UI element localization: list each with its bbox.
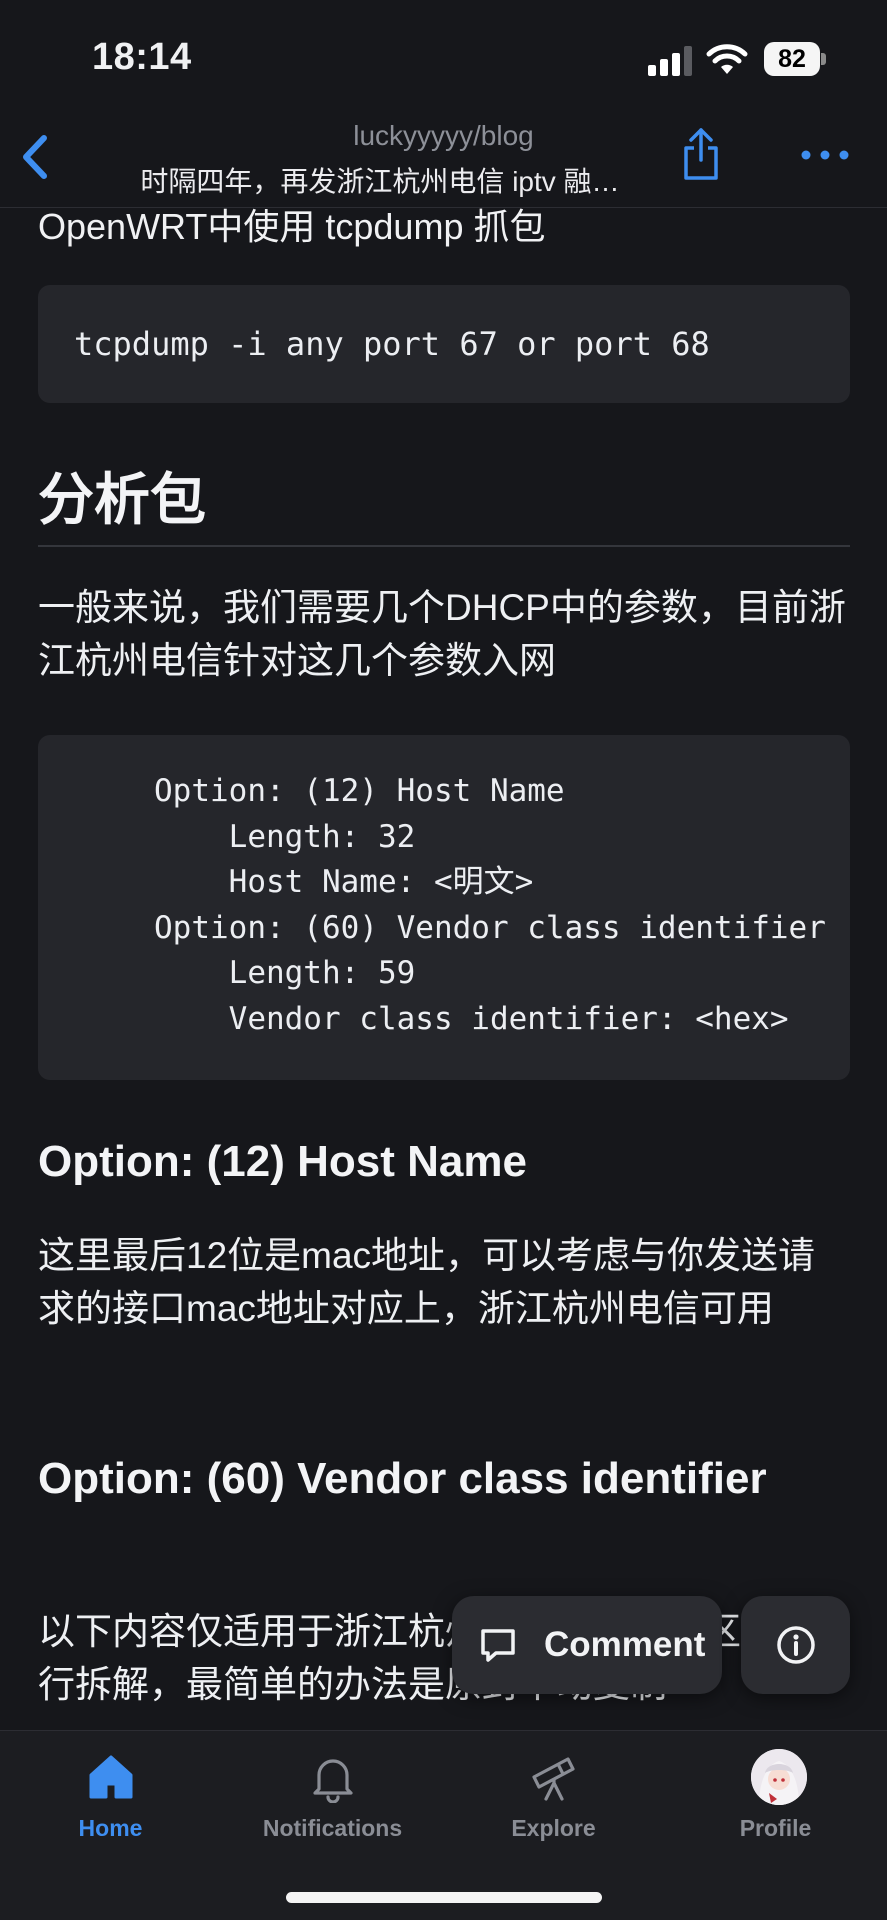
info-icon — [777, 1626, 815, 1664]
heading-option-60: Option: (60) Vendor class identifier — [38, 1454, 767, 1503]
share-icon[interactable] — [680, 126, 722, 182]
paragraph-dhcp-params: 一般来说，我们需要几个DHCP中的参数，目前浙江杭州电信针对这几个参数入网 — [38, 587, 846, 681]
code-block-dhcp-options[interactable]: Option: (12) Host Name Length: 32 Host N… — [38, 735, 850, 1080]
tab-profile[interactable]: Profile — [665, 1731, 886, 1861]
battery-icon: 82 — [764, 42, 826, 76]
bell-icon — [313, 1759, 353, 1803]
home-icon — [89, 1755, 133, 1799]
repo-name[interactable]: luckyyyyy/blog — [0, 120, 887, 152]
paragraph-host-name: 这里最后12位是mac地址，可以考虑与你发送请求的接口mac地址对应上，浙江杭州… — [38, 1235, 816, 1329]
tab-home[interactable]: Home — [0, 1731, 221, 1861]
tab-notifications[interactable]: Notifications — [222, 1731, 443, 1861]
tab-label-explore: Explore — [511, 1815, 596, 1841]
battery-level: 82 — [764, 42, 820, 76]
status-time: 18:14 — [92, 36, 192, 78]
more-options-icon[interactable] — [800, 140, 850, 170]
telescope-icon — [532, 1757, 575, 1801]
cellular-signal-icon — [648, 46, 692, 76]
tab-label-profile: Profile — [739, 1815, 812, 1841]
status-bar: 18:14 82 — [0, 0, 887, 110]
navigation-header: luckyyyyy/blog 时隔四年，再发浙江杭州电信 iptv 融… — [0, 110, 887, 208]
comment-icon — [481, 1629, 515, 1662]
avatar — [751, 1749, 807, 1805]
heading-divider — [38, 545, 850, 547]
tab-label-notifications: Notifications — [262, 1815, 403, 1841]
tab-label-home: Home — [78, 1815, 143, 1841]
info-button[interactable] — [741, 1596, 850, 1694]
heading-analyze-packet: 分析包 — [38, 468, 206, 531]
tab-explore[interactable]: Explore — [443, 1731, 664, 1861]
code-block-tcpdump: tcpdump -i any port 67 or port 68 — [38, 285, 850, 403]
paragraph-vendor-class: 以下内容仅适用于浙江杭州电信，其他地区请自行拆解，最简单的办法是原封不动复制 — [38, 1611, 815, 1705]
comment-label: Comment — [544, 1625, 706, 1664]
home-indicator — [286, 1892, 602, 1903]
heading-option-12: Option: (12) Host Name — [38, 1137, 527, 1186]
battery-tip — [821, 53, 826, 65]
post-title: 时隔四年，再发浙江杭州电信 iptv 融… — [140, 166, 620, 197]
comment-button[interactable]: Comment — [452, 1596, 722, 1694]
wifi-icon — [706, 44, 748, 74]
